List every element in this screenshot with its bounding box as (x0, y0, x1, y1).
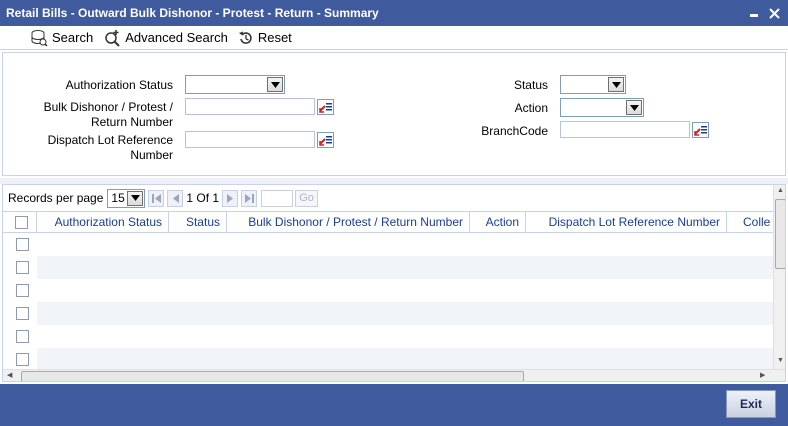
row-checkbox[interactable] (16, 261, 29, 274)
search-criteria-panel: Authorization Status Bulk Dishonor / Pro… (2, 52, 786, 176)
advanced-search-icon (103, 29, 121, 47)
dispatch-lot-lov-button[interactable] (317, 132, 334, 148)
dispatch-lot-reference-input[interactable] (185, 131, 315, 148)
table-row[interactable] (37, 348, 773, 371)
row-checkbox[interactable] (16, 284, 29, 297)
window-title: Retail Bills - Outward Bulk Dishonor - P… (6, 6, 379, 20)
list-of-values-icon (693, 126, 708, 140)
page-info: 1 Of 1 (186, 191, 220, 205)
action-label: Action (514, 101, 548, 115)
minimize-icon[interactable] (744, 3, 764, 23)
advanced-search-label: Advanced Search (125, 30, 228, 45)
table-row[interactable] (37, 279, 773, 302)
records-per-page-value: 15 (111, 190, 125, 205)
column-header[interactable]: Authorization Status (37, 212, 169, 232)
bulk-dishonor-lov-button[interactable] (317, 99, 334, 115)
table-row[interactable] (37, 233, 773, 256)
scroll-left-icon[interactable]: ◀ (7, 371, 12, 379)
close-icon[interactable] (764, 3, 784, 23)
branch-code-lov-button[interactable] (692, 122, 709, 138)
reset-label: Reset (257, 30, 292, 45)
vertical-scroll-thumb[interactable] (775, 199, 785, 269)
page-number-input[interactable] (261, 189, 294, 207)
row-checkbox[interactable] (16, 330, 29, 343)
table-row[interactable] (37, 302, 773, 325)
bulk-dishonor-label-line2: Return Number (90, 115, 173, 129)
checkbox-column-header (3, 212, 37, 232)
bulk-dishonor-label: Bulk Dishonor / Protest / Return Number (23, 100, 173, 130)
reset-button[interactable]: Reset (238, 30, 292, 46)
table-row[interactable] (37, 256, 773, 279)
last-page-icon[interactable] (241, 189, 258, 207)
row-checkbox[interactable] (16, 307, 29, 320)
dispatch-lot-label-line1: Dispatch Lot Reference (47, 133, 173, 147)
column-header[interactable]: Dispatch Lot Reference Number (526, 212, 727, 232)
chevron-down-icon (127, 190, 144, 206)
advanced-search-button[interactable]: Advanced Search (103, 29, 228, 47)
authorization-status-select[interactable] (185, 75, 285, 94)
list-of-values-icon (318, 136, 333, 150)
grid-header: Authorization Status Status Bulk Dishono… (3, 211, 773, 233)
exit-button[interactable]: Exit (726, 390, 776, 418)
bulk-dishonor-label-line1: Bulk Dishonor / Protest / (43, 100, 173, 114)
vertical-scrollbar[interactable]: ▲ ▼ (773, 185, 785, 369)
dispatch-lot-label-line2: Number (130, 148, 173, 162)
scroll-up-icon[interactable]: ▲ (777, 187, 784, 194)
toolbar: Search Advanced Search Reset (0, 26, 788, 50)
action-select[interactable] (560, 98, 644, 117)
column-header[interactable]: Status (169, 212, 227, 232)
chevron-down-icon (626, 100, 642, 115)
search-label: Search (52, 30, 94, 45)
authorization-status-label: Authorization Status (65, 78, 173, 92)
records-per-page-select[interactable]: 15 (107, 188, 146, 208)
search-button[interactable]: Search (30, 29, 93, 47)
footer-bar (0, 384, 788, 426)
bulk-dishonor-number-input[interactable] (185, 98, 315, 115)
branch-code-label: BranchCode (481, 124, 548, 138)
chevron-down-icon (608, 77, 624, 92)
column-header[interactable]: Bulk Dishonor / Protest / Return Number (227, 212, 470, 232)
scroll-right-icon[interactable]: ▶ (760, 371, 765, 379)
chevron-down-icon (267, 77, 283, 92)
row-checkbox[interactable] (16, 238, 29, 251)
pager: Records per page 15 1 Of 1 Go (3, 185, 773, 211)
row-checkbox[interactable] (16, 353, 29, 366)
column-header[interactable]: Action (470, 212, 526, 232)
title-bar: Retail Bills - Outward Bulk Dishonor - P… (0, 0, 788, 26)
records-per-page-label: Records per page (8, 191, 104, 205)
reset-icon (238, 30, 254, 46)
status-select[interactable] (560, 75, 626, 94)
list-of-values-icon (318, 103, 333, 117)
previous-page-icon[interactable] (167, 189, 184, 207)
database-search-icon (30, 29, 48, 47)
branch-code-input[interactable] (560, 121, 690, 138)
dispatch-lot-label: Dispatch Lot Reference Number (23, 133, 173, 163)
horizontal-scrollbar[interactable]: ◀ ▶ (3, 369, 785, 381)
results-grid: Records per page 15 1 Of 1 Go Authorizat… (2, 184, 786, 382)
table-row[interactable] (37, 325, 773, 348)
next-page-icon[interactable] (222, 189, 239, 207)
first-page-icon[interactable] (148, 189, 165, 207)
horizontal-scroll-thumb[interactable] (21, 371, 524, 381)
go-button[interactable]: Go (295, 189, 319, 207)
scroll-down-icon[interactable]: ▼ (777, 357, 784, 364)
column-header[interactable]: Colle (727, 212, 773, 232)
status-label: Status (513, 78, 548, 92)
